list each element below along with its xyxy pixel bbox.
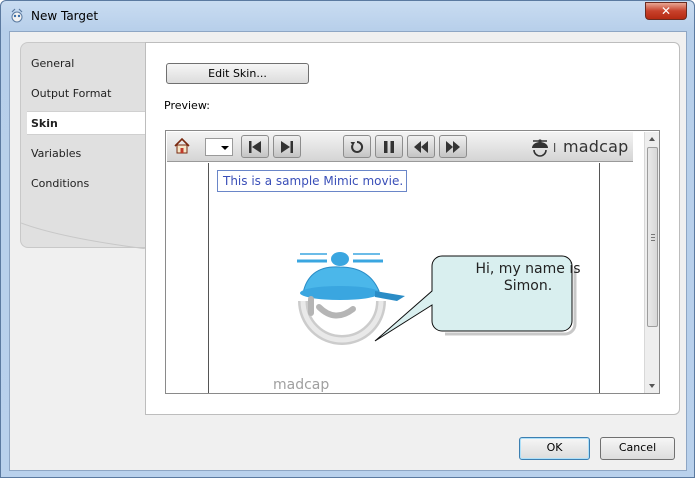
madcap-logo-icon bbox=[532, 139, 556, 157]
nav-item-general[interactable]: General bbox=[31, 57, 74, 70]
pause-button[interactable] bbox=[375, 135, 403, 158]
go-to-start-button[interactable] bbox=[241, 135, 269, 158]
fast-forward-button[interactable] bbox=[439, 135, 467, 158]
bubble-line-1: Hi, my name is bbox=[475, 261, 581, 277]
go-to-end-button[interactable] bbox=[273, 135, 301, 158]
ok-button[interactable]: OK bbox=[519, 437, 590, 460]
skin-content-panel: Edit Skin... Preview: madcap This is a s… bbox=[145, 42, 680, 415]
scrollbar-thumb[interactable] bbox=[647, 147, 658, 327]
app-icon bbox=[11, 8, 23, 23]
speech-bubble-text: Hi, my name is Simon. bbox=[467, 261, 589, 295]
nav-item-label: Variables bbox=[31, 147, 82, 160]
rewind-icon bbox=[414, 141, 428, 153]
preview-scrollbar[interactable] bbox=[644, 132, 659, 393]
nav-item-variables[interactable]: Variables bbox=[31, 147, 81, 160]
nav-panel: General Output Format Skin Variables Con… bbox=[20, 42, 149, 249]
bubble-line-2: Simon. bbox=[503, 278, 553, 294]
movie-stage: This is a sample Mimic movie. Hi, my nam… bbox=[208, 163, 600, 393]
edit-skin-button[interactable]: Edit Skin... bbox=[166, 63, 309, 84]
nav-item-conditions[interactable]: Conditions bbox=[31, 177, 89, 190]
dialog-window: New Target ✕ General Output Format Skin … bbox=[0, 0, 695, 478]
pause-icon bbox=[384, 141, 394, 153]
home-icon[interactable] bbox=[173, 137, 191, 155]
close-icon: ✕ bbox=[660, 4, 672, 18]
chevron-down-icon bbox=[221, 146, 229, 150]
grip-icon bbox=[651, 234, 655, 241]
nav-item-label: General bbox=[31, 57, 75, 70]
go-to-start-icon bbox=[249, 141, 261, 153]
nav-item-output-format[interactable]: Output Format bbox=[31, 87, 111, 100]
fast-forward-icon bbox=[446, 141, 460, 153]
madcap-watermark: madcap bbox=[273, 377, 330, 393]
scroll-down-icon[interactable] bbox=[649, 384, 655, 388]
scroll-up-icon[interactable] bbox=[649, 137, 655, 141]
preview-label: Preview: bbox=[164, 99, 210, 112]
replay-icon bbox=[350, 140, 364, 153]
player-toolbar: madcap bbox=[167, 132, 633, 162]
go-to-end-icon bbox=[281, 141, 293, 153]
cancel-button[interactable]: Cancel bbox=[600, 437, 675, 460]
rewind-button[interactable] bbox=[407, 135, 435, 158]
title-bar[interactable]: New Target ✕ bbox=[1, 1, 694, 31]
skin-preview: madcap This is a sample Mimic movie. Hi,… bbox=[165, 130, 660, 394]
nav-item-label: Conditions bbox=[31, 177, 90, 190]
nav-panel-shape bbox=[21, 222, 147, 249]
madcap-logo: madcap bbox=[529, 137, 633, 157]
dialog-client-area: General Output Format Skin Variables Con… bbox=[9, 31, 687, 471]
slide-dropdown[interactable] bbox=[205, 138, 233, 156]
madcap-logo-text: madcap bbox=[563, 137, 629, 156]
nav-item-skin[interactable]: Skin bbox=[27, 111, 149, 135]
replay-button[interactable] bbox=[343, 135, 371, 158]
window-title: New Target bbox=[31, 9, 99, 23]
close-button[interactable]: ✕ bbox=[645, 2, 687, 20]
nav-item-label: Skin bbox=[31, 117, 58, 130]
nav-item-label: Output Format bbox=[31, 87, 112, 100]
caption-box: This is a sample Mimic movie. bbox=[217, 170, 407, 192]
